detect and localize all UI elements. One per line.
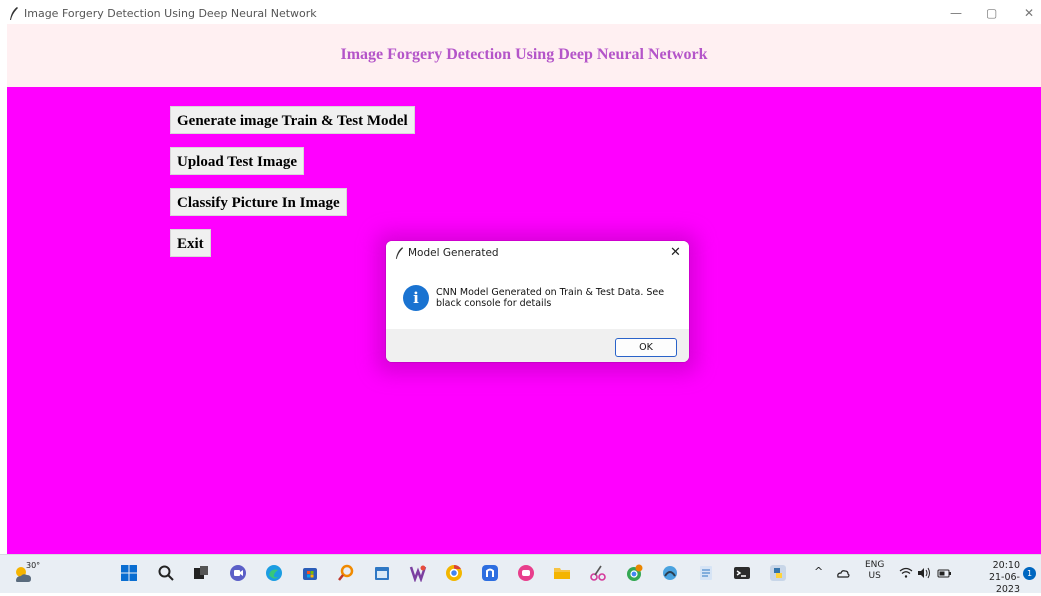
app-header: Image Forgery Detection Using Deep Neura…: [7, 24, 1041, 87]
ok-button[interactable]: OK: [615, 338, 677, 357]
start-icon[interactable]: [120, 564, 138, 582]
app3-icon[interactable]: [661, 564, 679, 582]
tk-feather-icon: [10, 7, 18, 20]
winrar-icon[interactable]: [409, 564, 427, 582]
python-icon[interactable]: [769, 564, 787, 582]
region-code: US: [868, 571, 881, 581]
info-icon: i: [403, 285, 429, 311]
wifi-icon[interactable]: [899, 567, 913, 579]
task-view-icon[interactable]: [192, 564, 210, 582]
language-indicator[interactable]: ENG US: [865, 560, 884, 582]
edge-icon[interactable]: [265, 564, 283, 582]
calendar-icon[interactable]: [373, 564, 391, 582]
dialog-title-bar: Model Generated ✕: [386, 241, 689, 265]
generate-model-button[interactable]: Generate image Train & Test Model: [170, 106, 415, 134]
clock-date: 21-06-2023: [988, 572, 1020, 595]
close-button[interactable]: ✕: [1024, 6, 1034, 20]
tk-feather-icon: [395, 247, 404, 259]
clock-time: 20:10: [992, 560, 1020, 571]
tray-chevron-icon[interactable]: ^: [814, 565, 823, 578]
exit-button[interactable]: Exit: [170, 229, 211, 257]
minimize-button[interactable]: —: [950, 6, 962, 20]
terminal-icon[interactable]: [733, 564, 751, 582]
window-title: Image Forgery Detection Using Deep Neura…: [24, 7, 317, 20]
dialog-message: CNN Model Generated on Train & Test Data…: [436, 287, 665, 309]
chrome-icon[interactable]: [445, 564, 463, 582]
app-icon[interactable]: [481, 564, 499, 582]
chrome-profile-icon[interactable]: [625, 564, 643, 582]
temperature: 30°: [26, 561, 41, 570]
notification-badge[interactable]: 1: [1023, 567, 1036, 580]
store-icon[interactable]: [301, 564, 319, 582]
snipping-tool-icon[interactable]: [589, 564, 607, 582]
battery-icon[interactable]: [937, 567, 952, 579]
taskbar: 30° ^ ENG US 20:10 21-06-2023 1: [0, 554, 1041, 596]
search-app-icon[interactable]: [337, 564, 355, 582]
classify-picture-button[interactable]: Classify Picture In Image: [170, 188, 347, 216]
upload-test-image-button[interactable]: Upload Test Image: [170, 147, 305, 175]
app-heading: Image Forgery Detection Using Deep Neura…: [340, 46, 708, 63]
language-code: ENG: [865, 560, 885, 570]
message-dialog: Model Generated ✕ i CNN Model Generated …: [386, 241, 689, 362]
dialog-body: i CNN Model Generated on Train & Test Da…: [386, 265, 689, 329]
file-explorer-icon[interactable]: [553, 564, 571, 582]
notepad-icon[interactable]: [697, 564, 715, 582]
onedrive-icon[interactable]: [836, 567, 850, 579]
app2-icon[interactable]: [517, 564, 535, 582]
maximize-button[interactable]: ▢: [986, 6, 997, 20]
volume-icon[interactable]: [917, 567, 932, 579]
dialog-footer: OK: [386, 329, 689, 362]
dialog-title: Model Generated: [408, 247, 499, 259]
clock[interactable]: 20:10 21-06-2023: [966, 560, 1020, 596]
chat-icon[interactable]: [229, 564, 247, 582]
dialog-close-button[interactable]: ✕: [670, 245, 681, 260]
search-icon[interactable]: [157, 564, 175, 582]
